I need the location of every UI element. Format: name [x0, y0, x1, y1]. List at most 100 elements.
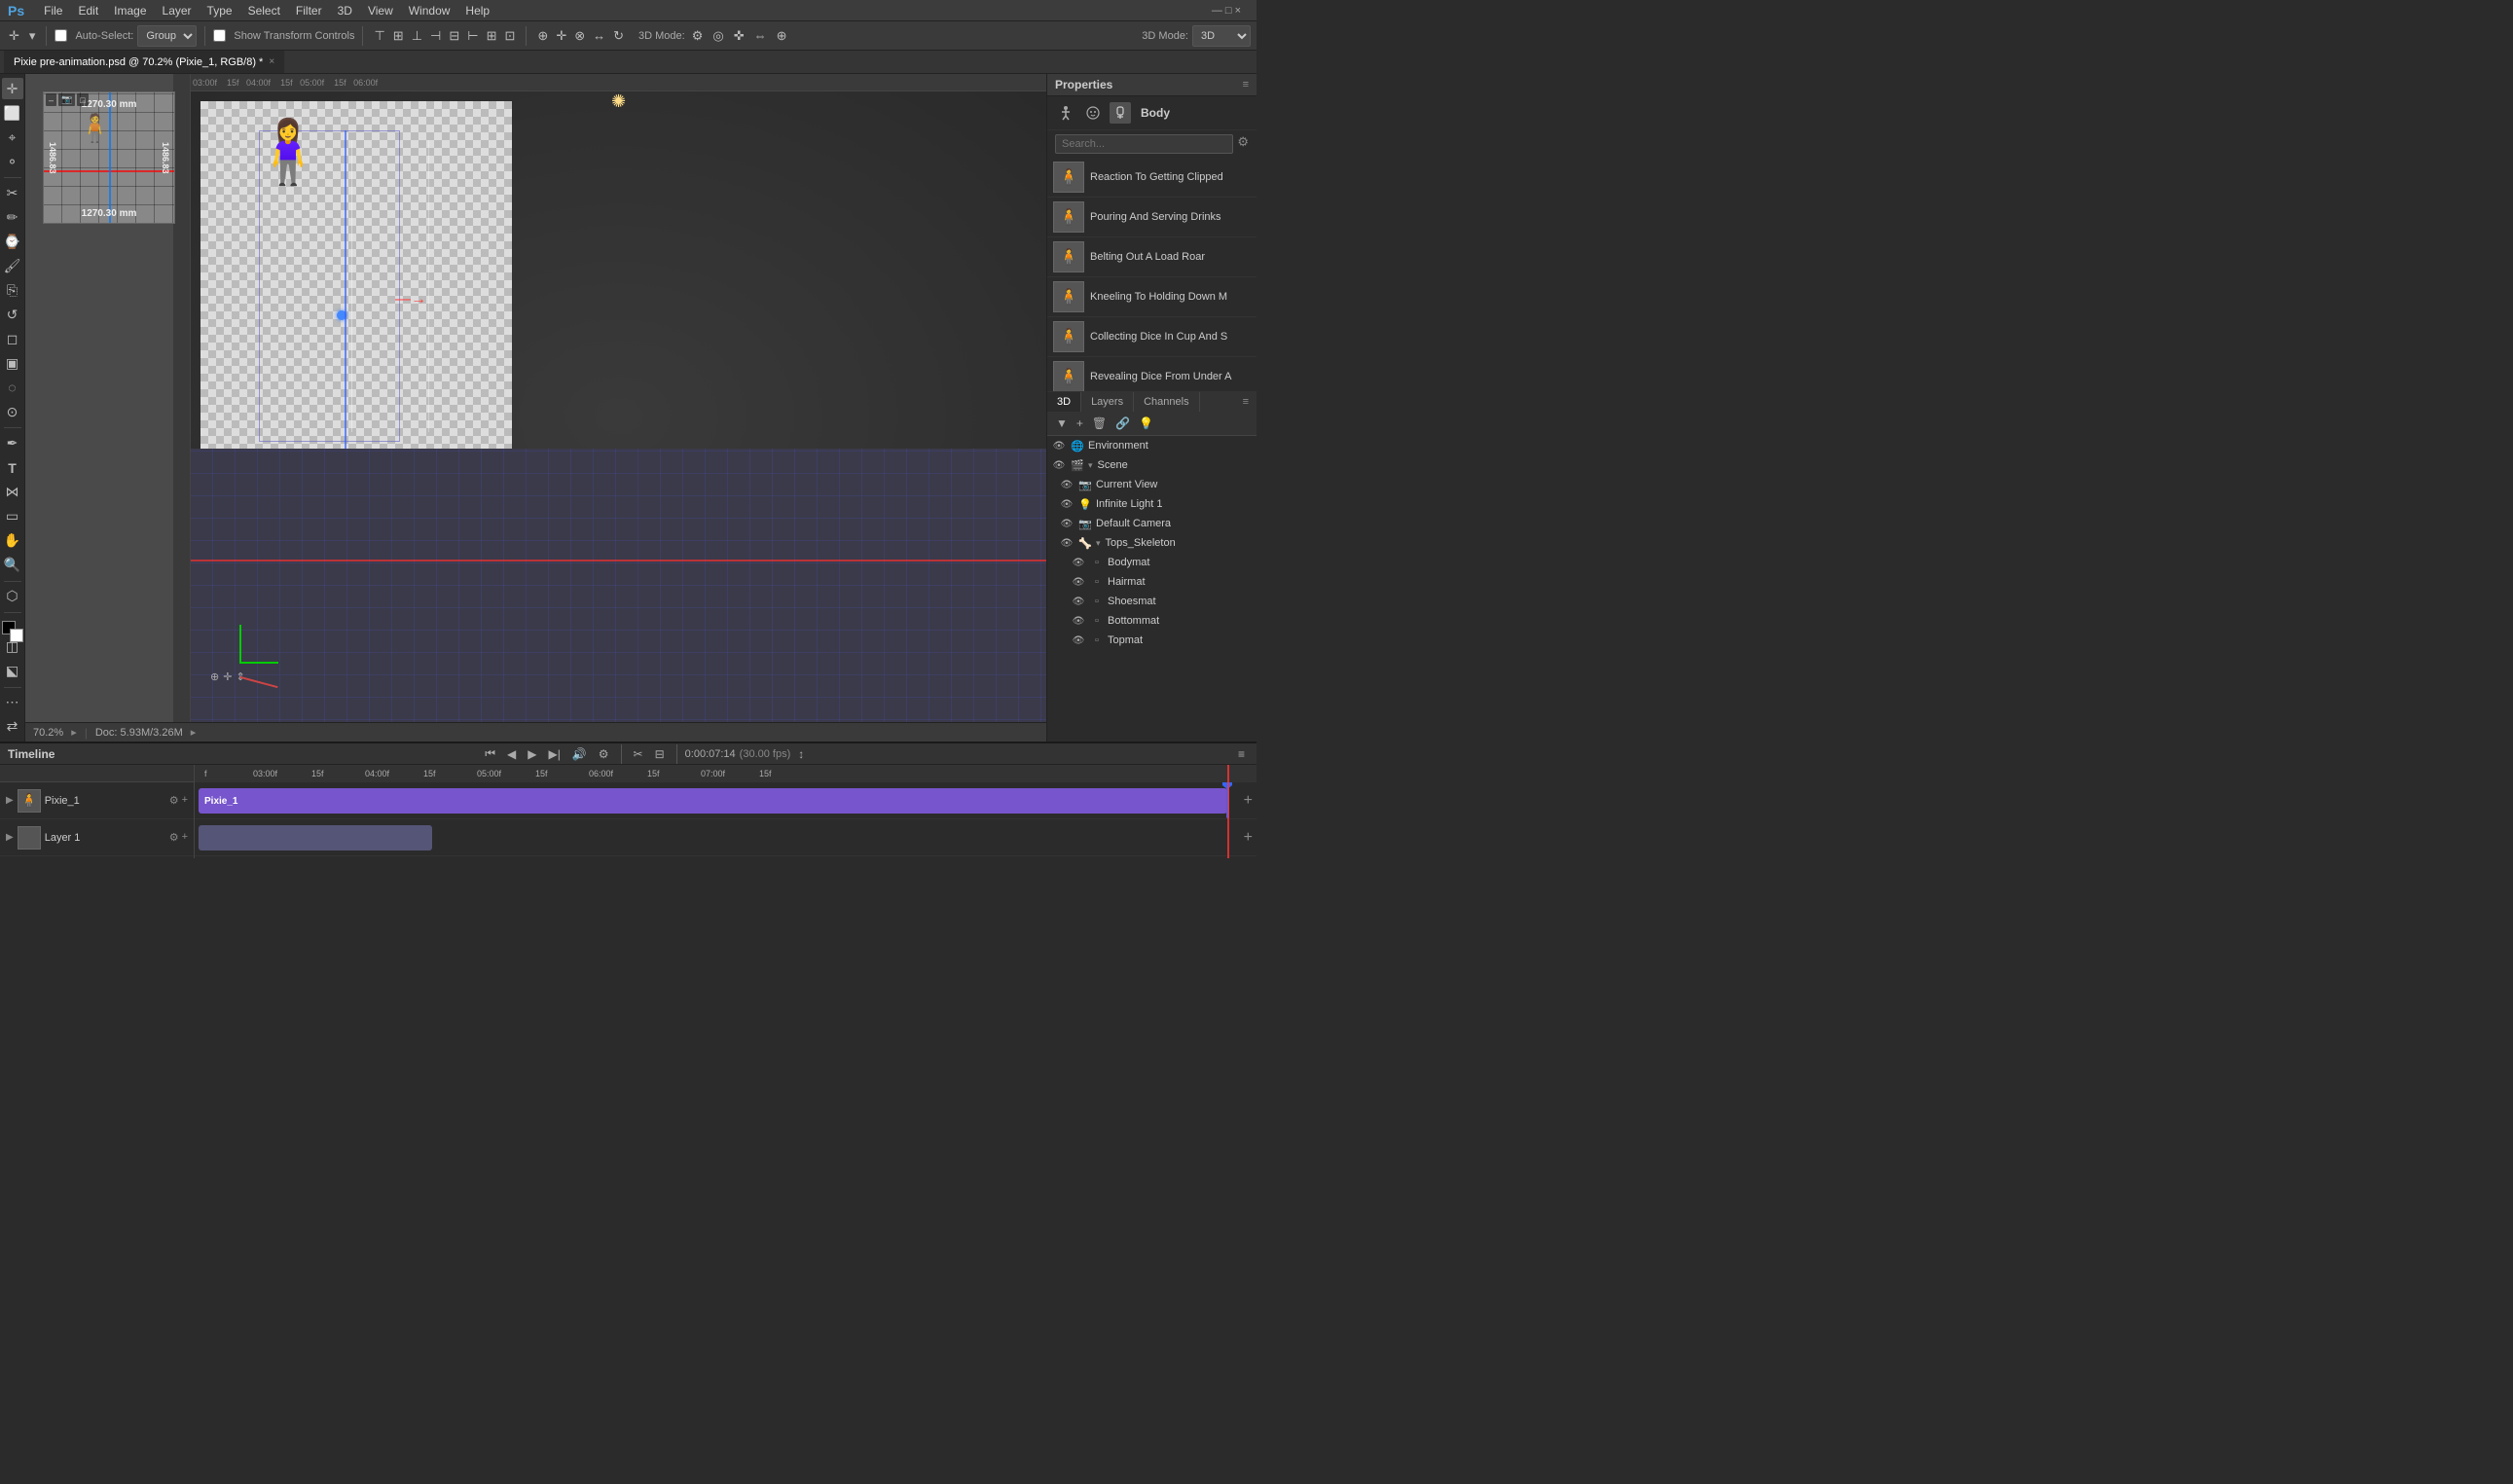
prop-settings-icon[interactable]: ⚙: [1237, 134, 1249, 154]
move-tool-arrow[interactable]: ▾: [26, 26, 39, 46]
path-select-tool[interactable]: ⋈: [2, 482, 23, 503]
extra-tools[interactable]: ⋯: [2, 692, 23, 713]
tl-audio-btn[interactable]: 🔊: [568, 745, 591, 763]
menu-type[interactable]: Type: [200, 0, 240, 21]
pen-tool[interactable]: ✒: [2, 433, 23, 454]
skel-expand-arrow[interactable]: ▾: [1096, 538, 1101, 549]
layer-view-eye[interactable]: 👁: [1059, 477, 1074, 492]
layer-panel-menu[interactable]: ≡: [1235, 392, 1256, 412]
track1-settings-icon[interactable]: ⚙: [169, 794, 179, 807]
tl-next-frame-btn[interactable]: ▶|: [544, 745, 564, 763]
layer-bodymat[interactable]: 👁 ▫ Bodymat: [1047, 553, 1256, 572]
layer-hair-eye[interactable]: 👁: [1071, 574, 1086, 590]
menu-image[interactable]: Image: [106, 0, 154, 21]
layer-infinite-light[interactable]: 👁 💡 Infinite Light 1: [1047, 494, 1256, 514]
light-icon[interactable]: 💡: [1136, 415, 1156, 432]
layer-shoesmat[interactable]: 👁 ▫ Shoesmat: [1047, 592, 1256, 611]
3d-mode-icon2[interactable]: ◎: [710, 26, 726, 46]
3d-mode-dropdown[interactable]: 3D: [1192, 25, 1251, 47]
tl-bar-pixie1[interactable]: Pixie_1: [199, 788, 1227, 814]
layer-body-eye[interactable]: 👁: [1071, 555, 1086, 570]
doc-arrow[interactable]: ▸: [191, 726, 197, 739]
layer-bottom-eye[interactable]: 👁: [1071, 613, 1086, 629]
text-tool[interactable]: T: [2, 457, 23, 479]
tl-scroll-start[interactable]: ↕: [794, 745, 808, 763]
show-transform-checkbox[interactable]: [213, 29, 226, 42]
anim-item-6[interactable]: 🧍 Revealing Dice From Under A: [1047, 357, 1256, 391]
crop-tool[interactable]: ✂: [2, 182, 23, 203]
orbit-icon[interactable]: ⊕: [210, 670, 219, 683]
3d-orbit-icon[interactable]: ↔: [590, 26, 608, 45]
move-tool-icon[interactable]: ✛: [6, 26, 22, 46]
thumb-collapse-btn[interactable]: –: [46, 93, 56, 106]
3d-zoom-icon[interactable]: ⊗: [571, 26, 588, 46]
prop-search-input[interactable]: [1055, 134, 1233, 154]
quick-select-tool[interactable]: ⚬: [2, 151, 23, 172]
layer-bottommat[interactable]: 👁 ▫ Bottommat: [1047, 611, 1256, 631]
layer-cam-eye[interactable]: 👁: [1059, 516, 1074, 531]
auto-select-dropdown[interactable]: Group Layer: [137, 25, 197, 47]
thumb-expand-btn[interactable]: □: [77, 93, 88, 106]
tl-bar-layer1[interactable]: [199, 825, 432, 851]
anim-item-5[interactable]: 🧍 Collecting Dice In Cup And S: [1047, 317, 1256, 357]
menu-select[interactable]: Select: [240, 0, 288, 21]
align-center-v-icon[interactable]: ⊞: [390, 26, 407, 46]
tl-menu-btn[interactable]: ≡: [1234, 745, 1249, 763]
document-tab[interactable]: Pixie pre-animation.psd @ 70.2% (Pixie_1…: [4, 51, 285, 73]
tab-layers[interactable]: Layers: [1081, 392, 1134, 412]
tl-prev-frame-btn[interactable]: ◀: [503, 745, 520, 763]
eraser-tool[interactable]: ◻: [2, 328, 23, 349]
track1-expand[interactable]: ▶: [6, 795, 14, 806]
auto-select-checkbox[interactable]: [55, 29, 67, 42]
delete-layer-icon[interactable]: 🗑: [1089, 415, 1110, 432]
menu-window[interactable]: Window: [401, 0, 458, 21]
3d-pan-icon[interactable]: ✛: [553, 26, 569, 46]
menu-file[interactable]: File: [36, 0, 70, 21]
zoom-tool[interactable]: 🔍: [2, 555, 23, 576]
3d-mode-icon4[interactable]: ⇔: [751, 26, 770, 45]
distribute2-icon[interactable]: ⊡: [502, 26, 519, 46]
layer-default-camera[interactable]: 👁 📷 Default Camera: [1047, 514, 1256, 533]
layer-shoes-eye[interactable]: 👁: [1071, 594, 1086, 609]
track2-add-track-btn[interactable]: +: [1244, 829, 1253, 847]
3d-roll-icon[interactable]: ↻: [610, 26, 627, 46]
move-tool[interactable]: ✛: [2, 78, 23, 99]
align-right-icon[interactable]: ⊢: [464, 26, 481, 46]
track2-add-icon[interactable]: +: [182, 831, 188, 844]
3d-mode-icon1[interactable]: ⚙: [689, 26, 707, 46]
3d-mode-icon3[interactable]: ✜: [731, 26, 747, 46]
clone-tool[interactable]: ⎘: [2, 279, 23, 301]
anim-item-4[interactable]: 🧍 Kneeling To Holding Down M: [1047, 277, 1256, 317]
zoom-arrow[interactable]: ▸: [71, 726, 77, 739]
properties-menu-icon[interactable]: ≡: [1243, 79, 1249, 90]
background-color[interactable]: [10, 629, 23, 642]
tab-channels[interactable]: Channels: [1134, 392, 1199, 412]
align-center-h-icon[interactable]: ⊟: [446, 26, 462, 46]
shape-tool[interactable]: ▭: [2, 506, 23, 527]
3d-tool[interactable]: ⬡: [2, 586, 23, 607]
filter-icon[interactable]: ▼: [1053, 415, 1071, 432]
tl-play-btn[interactable]: ▶: [524, 745, 540, 763]
distribute-icon[interactable]: ⊞: [484, 26, 500, 46]
align-left-icon[interactable]: ⊣: [427, 26, 444, 46]
3d-mode-icon5[interactable]: ⊕: [774, 26, 790, 46]
3d-rotate-icon[interactable]: ⊕: [534, 26, 551, 46]
lasso-tool[interactable]: ⌖: [2, 127, 23, 148]
track1-add-icon[interactable]: +: [182, 794, 188, 807]
anim-item-2[interactable]: 🧍 Pouring And Serving Drinks: [1047, 198, 1256, 237]
layer-scene-eye[interactable]: 👁: [1051, 457, 1067, 473]
track2-expand[interactable]: ▶: [6, 832, 14, 843]
layer-scene[interactable]: 👁 🎬 ▾ Scene: [1047, 455, 1256, 475]
dodge-tool[interactable]: ⊙: [2, 401, 23, 422]
layer-env[interactable]: 👁 🌐 Environment: [1047, 436, 1256, 455]
select-rect-tool[interactable]: ⬜: [2, 102, 23, 124]
track2-settings-icon[interactable]: ⚙: [169, 831, 179, 844]
menu-layer[interactable]: Layer: [155, 0, 200, 21]
menu-view[interactable]: View: [360, 0, 401, 21]
screen-mode-tool[interactable]: ⬕: [2, 661, 23, 682]
tab-close-btn[interactable]: ×: [269, 56, 274, 67]
body-icon[interactable]: [1110, 102, 1131, 124]
body-pose-icon[interactable]: [1055, 102, 1076, 124]
history-brush-tool[interactable]: ↺: [2, 304, 23, 325]
tl-trim-btn[interactable]: ⊟: [651, 745, 669, 763]
